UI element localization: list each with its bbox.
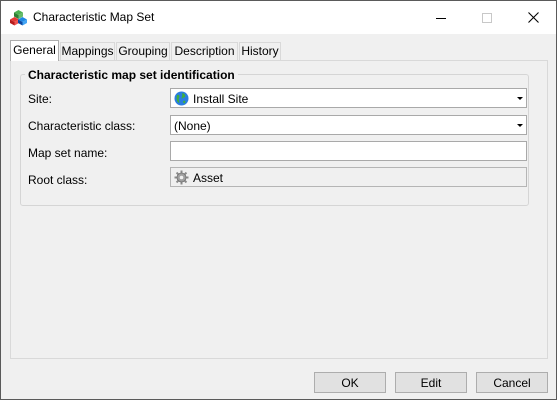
cancel-button[interactable]: Cancel [476,372,548,393]
characteristic-class-label: Characteristic class: [28,119,136,133]
chevron-down-icon[interactable] [517,97,523,100]
site-dropdown[interactable]: Install Site [170,88,527,108]
edit-button[interactable]: Edit [395,372,467,393]
minimize-button[interactable] [418,1,464,34]
site-value: Install Site [193,92,249,106]
tab-panel-general: Characteristic map set identification Si… [10,60,548,359]
map-set-name-label: Map set name: [28,146,108,160]
tab-history[interactable]: History [239,42,281,60]
ok-button[interactable]: OK [314,372,386,393]
dialog-window: Characteristic Map Set General Mappings … [0,0,557,400]
gear-icon [174,170,189,185]
tab-mappings[interactable]: Mappings [60,42,115,60]
window-title: Characteristic Map Set [33,10,155,24]
characteristic-class-value: (None) [174,119,211,133]
maximize-button[interactable] [464,1,510,34]
minimize-icon [436,17,446,19]
close-button[interactable] [510,1,556,34]
globe-icon [174,91,189,106]
root-class-label: Root class: [28,173,88,187]
button-bar: OK Edit Cancel [1,361,556,399]
close-icon [527,12,539,23]
root-class-field: Asset [170,167,527,187]
map-set-name-input[interactable] [170,141,527,161]
tab-grouping[interactable]: Grouping [116,42,170,60]
group-title: Characteristic map set identification [25,68,238,82]
chevron-down-icon[interactable] [517,124,523,127]
characteristic-class-dropdown[interactable]: (None) [170,115,527,135]
site-label: Site: [28,92,53,106]
tab-general[interactable]: General [10,40,59,61]
maximize-icon [482,12,492,23]
title-bar[interactable]: Characteristic Map Set [1,1,556,34]
root-class-value: Asset [193,171,224,185]
tab-description[interactable]: Description [171,42,238,60]
identification-group: Characteristic map set identification Si… [20,68,529,206]
multicolor-cubes-icon [10,10,27,26]
